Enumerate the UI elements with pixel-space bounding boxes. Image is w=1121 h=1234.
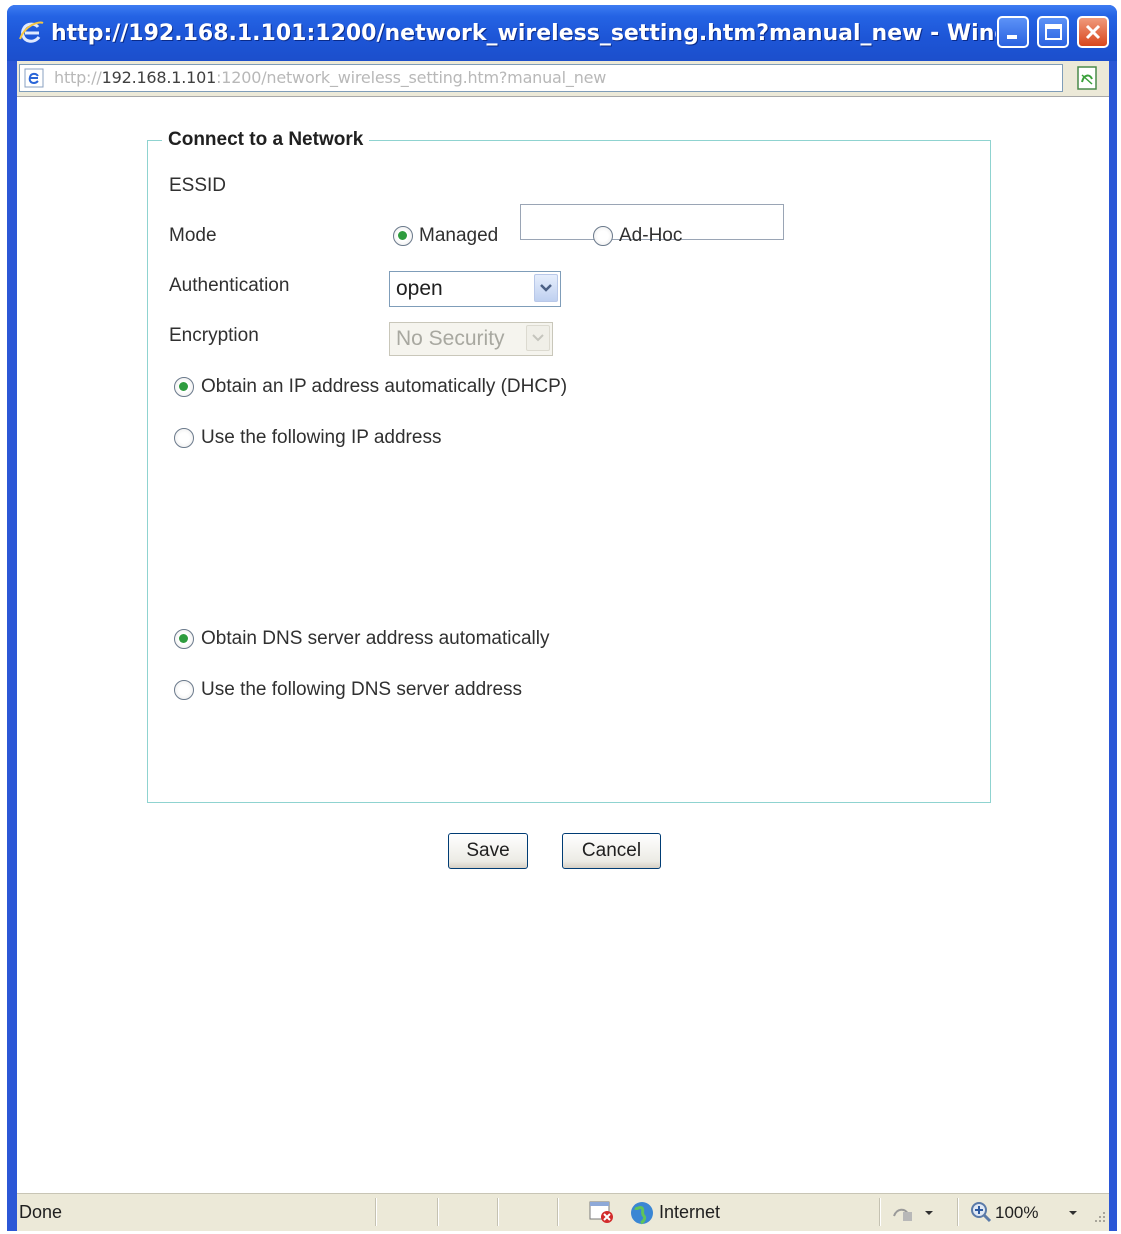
zoom-icon[interactable] [969,1200,993,1224]
mode-adhoc-radio[interactable] [593,226,613,246]
zone-text: Internet [659,1202,721,1222]
status-bar: Done Internet 100% [17,1193,1109,1231]
status-divider [879,1198,881,1226]
title-bar[interactable]: http://192.168.1.101:1200/network_wirele… [7,5,1117,61]
page-content: Connect to a Network ESSID Mode Managed … [17,97,1109,1193]
mode-adhoc-label[interactable]: Ad-Hoc [619,224,682,248]
ie-logo-icon [19,21,44,43]
status-divider [437,1198,439,1226]
browser-window: http://192.168.1.101:1200/network_wirele… [7,5,1117,1231]
authentication-dropdown-button[interactable] [534,274,558,302]
mode-managed-label[interactable]: Managed [419,224,498,248]
window-title: http://192.168.1.101:1200/network_wirele… [51,21,996,46]
ip-dhcp-label[interactable]: Obtain an IP address automatically (DHCP… [201,375,567,399]
url-rest: :1200/network_wireless_setting.htm?manua… [216,68,607,87]
authentication-label: Authentication [169,275,290,296]
resize-grip-icon[interactable] [1091,1208,1107,1226]
dns-manual-radio[interactable] [174,680,194,700]
maximize-button[interactable] [1037,16,1069,48]
essid-label: ESSID [169,175,227,196]
ip-static-label[interactable]: Use the following IP address [201,426,441,450]
globe-icon [631,1202,653,1225]
ip-static-radio[interactable] [174,428,194,448]
zoom-text[interactable]: 100% [995,1203,1038,1223]
chevron-down-icon[interactable] [1067,1208,1079,1218]
url-scheme: http:// [54,68,102,87]
chevron-down-icon [540,284,552,292]
status-text: Done [19,1202,63,1222]
minimize-button[interactable] [997,16,1029,48]
address-url: http://192.168.1.101:1200/network_wirele… [54,65,606,91]
url-host: 192.168.1.101 [101,68,217,87]
connect-network-fieldset: Connect to a Network ESSID Mode Managed … [147,129,991,803]
minimize-icon [1007,35,1017,39]
cancel-button[interactable]: Cancel [562,833,661,869]
popup-blocked-icon[interactable] [589,1201,615,1225]
encryption-select[interactable]: No Security [389,322,553,356]
dns-auto-radio[interactable] [174,629,194,649]
close-icon [1085,24,1101,40]
maximize-icon [1045,24,1062,40]
fieldset-legend: Connect to a Network [168,129,364,150]
page-icon [24,68,44,88]
status-divider [375,1198,377,1226]
address-field[interactable]: http://192.168.1.101:1200/network_wirele… [19,64,1063,92]
authentication-select[interactable]: open [389,271,561,307]
close-button[interactable] [1077,16,1109,48]
encryption-label: Encryption [169,325,259,346]
dns-manual-label[interactable]: Use the following DNS server address [201,678,522,702]
ip-dhcp-radio[interactable] [174,377,194,397]
compatibility-view-icon[interactable] [1073,64,1103,92]
mode-managed-radio[interactable] [393,226,413,246]
chevron-down-icon [532,334,544,342]
security-icon[interactable] [891,1202,937,1224]
mode-label: Mode [169,225,217,246]
encryption-dropdown-button [526,325,550,351]
encryption-value: No Security [396,327,505,350]
status-divider [557,1198,559,1226]
status-divider [497,1198,499,1226]
authentication-value: open [396,277,443,300]
address-bar: http://192.168.1.101:1200/network_wirele… [17,61,1109,97]
dns-auto-label[interactable]: Obtain DNS server address automatically [201,627,549,651]
save-button[interactable]: Save [448,833,528,869]
status-divider [957,1198,959,1226]
